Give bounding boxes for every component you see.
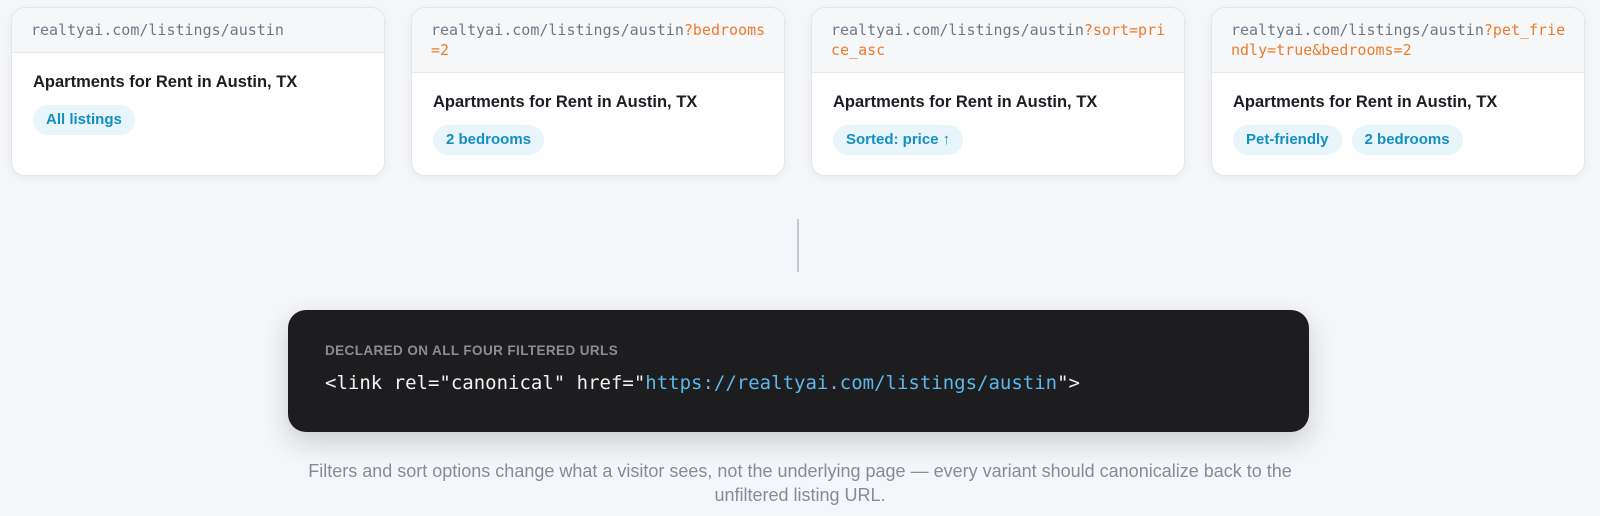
filter-tag: 2 bedrooms	[1351, 125, 1463, 155]
diagram-caption: Filters and sort options change what a v…	[308, 461, 1292, 505]
filter-tag: All listings	[33, 105, 135, 135]
card-title: Apartments for Rent in Austin, TX	[1233, 93, 1498, 111]
canonical-code-block: DECLARED ON ALL FOUR FILTERED URLS <link…	[288, 310, 1309, 432]
connector-line	[797, 219, 799, 272]
tag-list: 2 bedrooms	[433, 125, 763, 155]
card-url: realtyai.com/listings/austin	[12, 8, 384, 53]
url-base: realtyai.com/listings/austin	[831, 21, 1084, 39]
tag-list: All listings	[33, 105, 363, 135]
url-card-sort: realtyai.com/listings/austin?sort=price_…	[811, 7, 1185, 176]
code-suffix: ">	[1057, 372, 1080, 394]
card-url: realtyai.com/listings/austin?sort=price_…	[812, 8, 1184, 73]
url-card-pet-friendly: realtyai.com/listings/austin?pet_friendl…	[1211, 7, 1585, 176]
diagram-canvas: realtyai.com/listings/austin Apartments …	[0, 0, 1600, 516]
filter-tag: 2 bedrooms	[433, 125, 545, 155]
code-prefix: <link rel="canonical" href="	[325, 372, 646, 394]
tag-list: Sorted: price ↑	[833, 125, 1163, 155]
url-variant-cards: realtyai.com/listings/austin Apartments …	[11, 7, 1585, 176]
filter-tag: Pet-friendly	[1233, 125, 1342, 155]
card-title: Apartments for Rent in Austin, TX	[33, 73, 298, 91]
url-card-unfiltered: realtyai.com/listings/austin Apartments …	[11, 7, 385, 176]
canonical-link-tag: <link rel="canonical" href="https://real…	[325, 371, 1273, 395]
url-base: realtyai.com/listings/austin	[31, 21, 284, 39]
canonical-href: https://realtyai.com/listings/austin	[645, 372, 1058, 394]
tag-list: Pet-friendly 2 bedrooms	[1233, 125, 1563, 155]
url-card-bedrooms: realtyai.com/listings/austin?bedrooms=2 …	[411, 7, 785, 176]
code-block-label: DECLARED ON ALL FOUR FILTERED URLS	[325, 343, 619, 358]
sort-tag: Sorted: price ↑	[833, 125, 964, 155]
card-title: Apartments for Rent in Austin, TX	[433, 93, 698, 111]
url-base: realtyai.com/listings/austin	[1231, 21, 1484, 39]
card-title: Apartments for Rent in Austin, TX	[833, 93, 1098, 111]
card-url: realtyai.com/listings/austin?pet_friendl…	[1212, 8, 1584, 73]
url-base: realtyai.com/listings/austin	[431, 21, 684, 39]
card-url: realtyai.com/listings/austin?bedrooms=2	[412, 8, 784, 73]
